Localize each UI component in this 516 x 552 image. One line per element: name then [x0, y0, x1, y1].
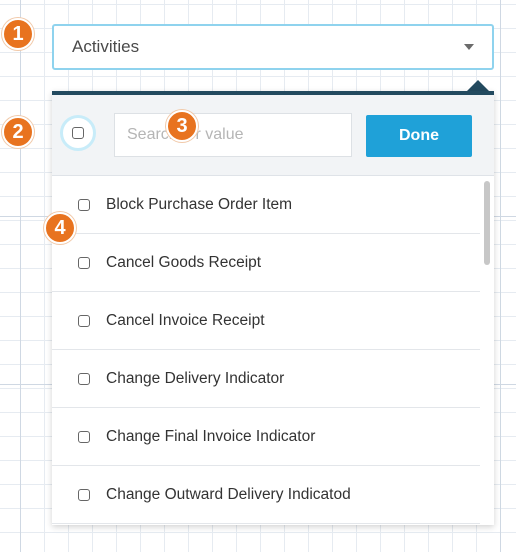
chevron-down-icon[interactable] — [464, 44, 474, 50]
list-item[interactable]: Change Final Invoice Indicator — [52, 408, 480, 466]
checkbox-icon[interactable] — [78, 198, 90, 211]
panel-header: Done — [52, 95, 494, 176]
callout-badge-2: 2 — [2, 116, 34, 148]
grid-line — [20, 0, 21, 552]
grid-line — [500, 0, 501, 552]
value-list: Block Purchase Order Item Cancel Goods R… — [52, 176, 480, 525]
list-item[interactable]: Change Outward Delivery Indicatod — [52, 466, 480, 524]
callout-badge-4: 4 — [44, 212, 76, 244]
checkbox-icon[interactable] — [78, 430, 90, 443]
checkbox-icon[interactable] — [78, 256, 90, 269]
callout-badge-1: 1 — [2, 18, 34, 50]
list-item-label: Cancel Goods Receipt — [106, 253, 262, 271]
checkbox-icon[interactable] — [78, 372, 90, 385]
checkbox-icon — [72, 127, 84, 139]
list-item-label: Cancel Invoice Receipt — [106, 311, 265, 329]
scrollbar-thumb[interactable] — [484, 181, 490, 265]
search-input[interactable] — [114, 113, 352, 157]
checkbox-icon[interactable] — [78, 488, 90, 501]
select-all-checkbox[interactable] — [60, 115, 96, 151]
dropdown-selected-label: Activities — [72, 37, 140, 56]
list-item-label: Change Final Invoice Indicator — [106, 427, 316, 445]
done-button[interactable]: Done — [366, 115, 472, 157]
dropdown-panel: Done Block Purchase Order Item Cancel Go… — [52, 91, 494, 525]
list-item-label: Change Outward Delivery Indicatod — [106, 485, 351, 503]
list-item-label: Block Purchase Order Item — [106, 195, 293, 213]
activities-dropdown[interactable]: Activities — [52, 24, 494, 70]
list-item[interactable]: Block Purchase Order Item — [52, 176, 480, 234]
list-item[interactable]: Cancel Invoice Receipt — [52, 292, 480, 350]
checkbox-icon[interactable] — [78, 314, 90, 327]
list-item[interactable]: Cancel Goods Receipt — [52, 234, 480, 292]
callout-badge-3: 3 — [166, 110, 198, 142]
list-item-label: Change Delivery Indicator — [106, 369, 285, 387]
list-item[interactable]: Change Delivery Indicator — [52, 350, 480, 408]
